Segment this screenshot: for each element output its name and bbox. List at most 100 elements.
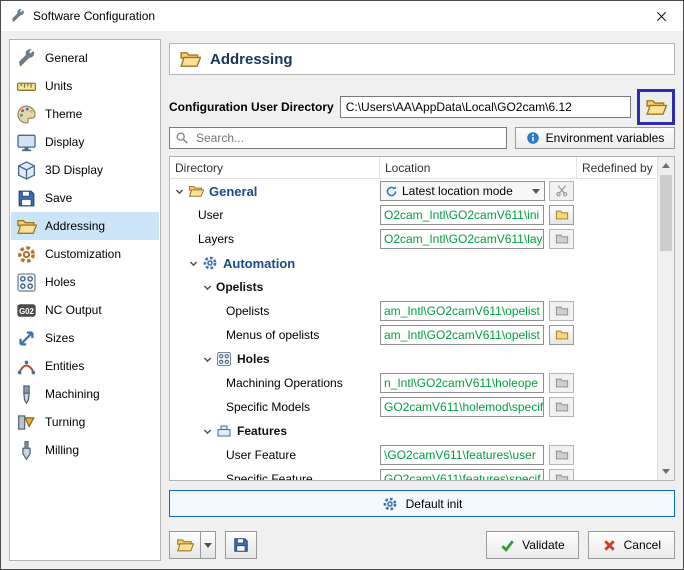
sidebar-item-machining[interactable]: Machining xyxy=(11,380,159,408)
milling-icon xyxy=(16,440,37,461)
sidebar-item-turning[interactable]: Turning xyxy=(11,408,159,436)
redefined-by-cell xyxy=(577,395,657,419)
row-label: Features xyxy=(237,424,287,438)
sidebar-item-general[interactable]: General xyxy=(11,44,159,72)
location-field[interactable]: am_Intl\GO2camV611\opelist xyxy=(380,301,544,321)
sidebar-item-label: 3D Display xyxy=(45,163,103,177)
cancel-button[interactable]: Cancel xyxy=(588,531,675,559)
location-field[interactable]: am_Intl\GO2camV611\opelist xyxy=(380,325,544,345)
directory-table: Directory Location Redefined by GeneralL… xyxy=(169,156,675,481)
validate-button[interactable]: Validate xyxy=(486,531,578,559)
expander-chevron-icon[interactable] xyxy=(188,258,199,269)
sidebar-item-save[interactable]: Save xyxy=(11,184,159,212)
folder-open-icon xyxy=(188,183,204,199)
search-input[interactable] xyxy=(194,130,501,146)
footer: Validate Cancel xyxy=(169,531,675,559)
browse-location-button[interactable] xyxy=(549,205,574,225)
sidebar-item-label: Turning xyxy=(45,415,85,429)
sidebar-item-holes[interactable]: Holes xyxy=(11,268,159,296)
location-field[interactable]: GO2camV611\features\specif xyxy=(380,469,544,480)
browse-location-button[interactable] xyxy=(549,397,574,417)
sidebar-item-label: Units xyxy=(45,79,72,93)
expander-chevron-icon[interactable] xyxy=(174,186,185,197)
browse-location-button[interactable] xyxy=(549,229,574,249)
sidebar-item-label: Milling xyxy=(45,443,79,457)
row-label: Specific Feature xyxy=(226,472,313,480)
location-field[interactable]: GO2camV611\holemod\specif xyxy=(380,397,544,417)
column-header-directory[interactable]: Directory xyxy=(170,157,380,178)
nc-output-icon xyxy=(16,300,37,321)
location-field[interactable]: n_Intl\GO2camV611\holeope xyxy=(380,373,544,393)
table-row-specific-feature: Specific Feature GO2camV611\features\spec… xyxy=(170,467,657,480)
scroll-up-button[interactable] xyxy=(658,157,674,174)
sidebar-item-label: Theme xyxy=(45,107,82,121)
open-folder-button[interactable] xyxy=(169,531,201,559)
sidebar-item-label: Entities xyxy=(45,359,84,373)
config-directory-input[interactable] xyxy=(340,96,631,118)
sidebar-item-customization[interactable]: Customization xyxy=(11,240,159,268)
redefined-by-cell xyxy=(577,371,657,395)
scissors-icon xyxy=(555,184,569,198)
sidebar-item-entities[interactable]: Entities xyxy=(11,352,159,380)
validate-label: Validate xyxy=(522,538,564,552)
holes-icon xyxy=(16,272,37,293)
browse-location-button[interactable] xyxy=(549,469,574,480)
sidebar-item-milling[interactable]: Milling xyxy=(11,436,159,464)
expander-chevron-icon[interactable] xyxy=(202,282,213,293)
sidebar-item-nc-output[interactable]: NC Output xyxy=(11,296,159,324)
row-label: Automation xyxy=(223,256,295,271)
wrench-icon xyxy=(16,48,37,69)
table-header: Directory Location Redefined by xyxy=(170,157,657,179)
folder-gray-icon xyxy=(555,304,569,318)
monitor-icon xyxy=(16,132,37,153)
expander-chevron-icon[interactable] xyxy=(202,426,213,437)
location-field[interactable]: O2cam_Intl\GO2camV611\ini xyxy=(380,205,544,225)
sidebar-item-label: Display xyxy=(45,135,84,149)
save-button[interactable] xyxy=(225,531,257,559)
browse-location-button[interactable] xyxy=(549,301,574,321)
row-label: Layers xyxy=(198,232,234,246)
open-folder-menu-arrow[interactable] xyxy=(201,531,216,559)
sidebar-item-addressing[interactable]: Addressing xyxy=(11,212,159,240)
environment-variables-button[interactable]: Environment variables xyxy=(515,127,675,149)
browse-location-button[interactable] xyxy=(549,325,574,345)
scroll-down-button[interactable] xyxy=(658,463,674,480)
sidebar-item-theme[interactable]: Theme xyxy=(11,100,159,128)
location-mode-select[interactable]: Latest location mode xyxy=(380,181,545,201)
folder-open-icon xyxy=(176,536,194,554)
browse-location-button[interactable] xyxy=(549,373,574,393)
browse-config-directory-button[interactable] xyxy=(637,89,675,125)
scroll-thumb[interactable] xyxy=(660,175,672,251)
sidebar-item-3d-display[interactable]: 3D Display xyxy=(11,156,159,184)
sidebar-item-display[interactable]: Display xyxy=(11,128,159,156)
sidebar-item-label: Save xyxy=(45,191,72,205)
table-scrollbar[interactable] xyxy=(657,157,674,480)
sidebar-item-label: Holes xyxy=(45,275,76,289)
browse-location-button[interactable] xyxy=(549,445,574,465)
machining-icon xyxy=(16,384,37,405)
default-init-button[interactable]: Default init xyxy=(169,490,675,517)
folder-open-icon xyxy=(16,216,37,237)
folder-gray-icon xyxy=(555,448,569,462)
chevron-down-icon xyxy=(204,543,212,548)
app-wrench-icon xyxy=(10,8,26,24)
column-header-redefined-by[interactable]: Redefined by xyxy=(577,157,657,178)
column-header-location[interactable]: Location xyxy=(380,157,577,178)
gear-orange-icon xyxy=(16,244,37,265)
save-icon xyxy=(16,188,37,209)
close-button[interactable] xyxy=(639,1,683,31)
redefined-by-cell xyxy=(577,347,657,371)
location-field[interactable]: \GO2camV611\features\user xyxy=(380,445,544,465)
sidebar-item-sizes[interactable]: Sizes xyxy=(11,324,159,352)
table-row-features: Features xyxy=(170,419,657,443)
ruler-icon xyxy=(16,76,37,97)
location-field[interactable]: O2cam_Intl\GO2camV611\lay xyxy=(380,229,544,249)
table-row-specific-models: Specific ModelsGO2camV611\holemod\specif xyxy=(170,395,657,419)
cube-icon xyxy=(16,160,37,181)
row-label: User Feature xyxy=(226,448,296,462)
search-box[interactable] xyxy=(169,127,507,149)
unlink-location-button[interactable] xyxy=(549,181,574,201)
table-row-machining-operations: Machining Operationsn_Intl\GO2camV611\ho… xyxy=(170,371,657,395)
expander-chevron-icon[interactable] xyxy=(202,354,213,365)
sidebar-item-units[interactable]: Units xyxy=(11,72,159,100)
